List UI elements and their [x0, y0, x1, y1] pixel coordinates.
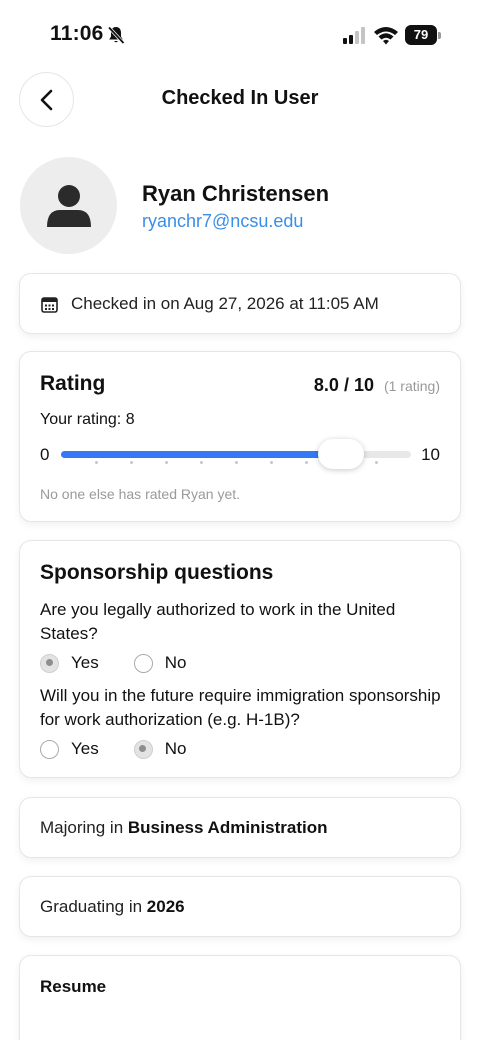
your-rating-label: Your rating: 8: [40, 411, 135, 428]
person-icon: [46, 184, 91, 227]
sponsorship-card: Sponsorship questions Are you legally au…: [19, 540, 461, 778]
rating-note: No one else has rated Ryan yet.: [40, 486, 241, 502]
major-text: Majoring in Business Administration: [40, 818, 328, 838]
slider-step-mark: [269, 461, 273, 464]
question-sponsorship: Will you in the future require immigrati…: [40, 686, 441, 729]
status-time: 11:06: [50, 22, 104, 45]
slider-max-label: 10: [421, 445, 440, 464]
avatar: [20, 157, 117, 254]
radio-button[interactable]: [40, 653, 59, 673]
checkin-card: Checked in on Aug 27, 2026 at 11:05 AM: [19, 273, 461, 334]
user-name: Ryan Christensen: [142, 181, 330, 206]
wifi-icon: [374, 27, 398, 45]
bell-off-icon: [107, 26, 125, 45]
slider-step-mark: [304, 461, 308, 464]
slider-step-mark: [94, 461, 98, 464]
radio-label: No: [164, 739, 187, 758]
radio-group-work-authorization: Yes No: [40, 651, 221, 675]
radio-button[interactable]: [133, 653, 153, 673]
major-card: Majoring in Business Administration: [19, 797, 461, 858]
rating-card: Rating 8.0 / 10 (1 rating) Your rating: …: [19, 351, 461, 522]
slider-step-mark: [129, 461, 133, 464]
rating-slider-fill: [61, 451, 341, 458]
question-work-authorization: Are you legally authorized to work in th…: [40, 600, 396, 643]
battery-level: 79: [413, 27, 429, 42]
radio-button[interactable]: [133, 739, 153, 759]
graduation-prefix: Graduating in: [40, 897, 147, 916]
rating-summary: 8.0 / 10 (1 rating): [314, 375, 440, 396]
radio-option-no[interactable]: No: [133, 653, 187, 673]
slider-step-mark: [374, 461, 378, 464]
radio-option-yes[interactable]: Yes: [40, 739, 99, 759]
checkin-text: Checked in on Aug 27, 2026 at 11:05 AM: [71, 294, 379, 313]
radio-option-yes[interactable]: Yes: [40, 653, 99, 673]
calendar-icon: [41, 297, 58, 313]
rating-title: Rating: [40, 372, 106, 395]
page-title: Checked In User: [161, 87, 319, 109]
resume-title: Resume: [40, 977, 107, 996]
radio-label: Yes: [71, 653, 99, 672]
rating-score: 8.0 / 10: [313, 375, 374, 395]
status-bar: 11:06 79: [0, 0, 480, 70]
graduation-value: 2026: [146, 897, 185, 916]
radio-label: No: [164, 653, 187, 672]
slider-step-mark: [199, 461, 203, 464]
graduation-text: Graduating in 2026: [40, 897, 185, 917]
rating-count: (1 rating): [383, 378, 440, 394]
radio-group-sponsorship: Yes No: [40, 737, 221, 761]
signal-icon: [343, 27, 365, 44]
radio-option-no[interactable]: No: [133, 739, 187, 759]
sponsorship-title: Sponsorship questions: [40, 561, 274, 584]
rating-slider-thumb[interactable]: [318, 439, 364, 469]
radio-label: Yes: [71, 739, 99, 758]
user-email-link[interactable]: ryanchr7@ncsu.edu: [142, 211, 303, 232]
graduation-card: Graduating in 2026: [19, 876, 461, 937]
resume-card: Resume: [19, 955, 461, 1040]
major-prefix: Majoring in: [40, 818, 128, 837]
major-value: Business Administration: [127, 818, 328, 837]
radio-button[interactable]: [40, 739, 59, 759]
slider-step-mark: [234, 461, 238, 464]
battery-icon: 79: [405, 25, 441, 45]
slider-step-mark: [164, 461, 168, 464]
slider-min-label: 0: [40, 445, 50, 464]
